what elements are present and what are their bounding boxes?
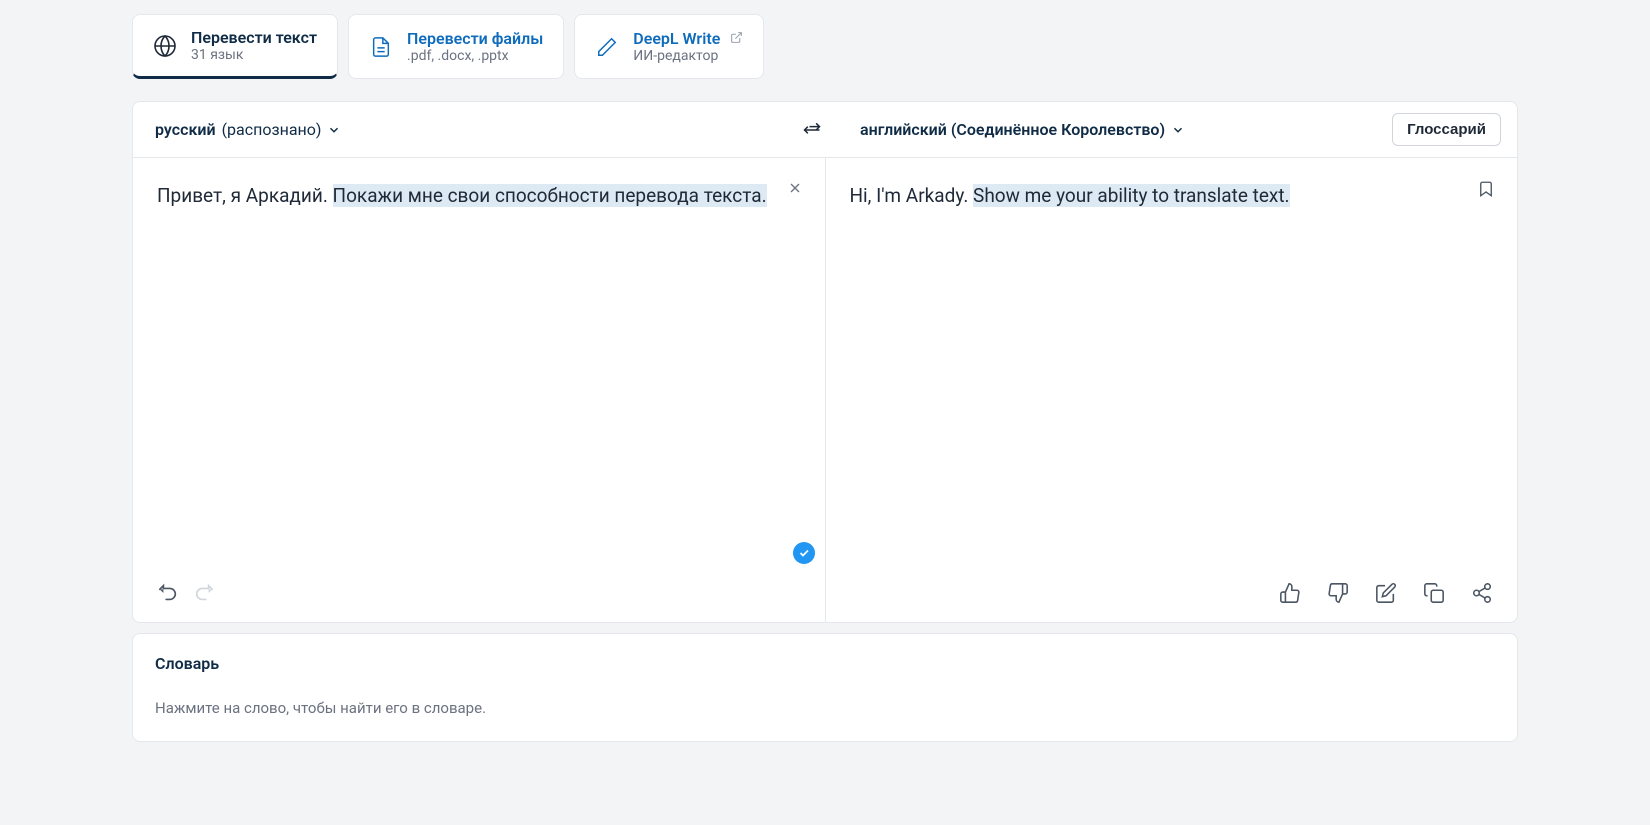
target-language-select[interactable]: английский (Соединённое Королевство) [860, 120, 1185, 139]
pencil-icon [595, 35, 619, 59]
check-badge-icon[interactable] [793, 542, 815, 564]
language-bar: русский (распознано) английский (Соединё… [133, 102, 1517, 158]
share-button[interactable] [1471, 582, 1493, 604]
tab-title: DeepL Write [633, 29, 743, 48]
tab-translate-text[interactable]: Перевести текст 31 язык [132, 14, 338, 79]
source-lang-name: русский [155, 120, 216, 139]
dictionary-title: Словарь [155, 654, 1495, 673]
thumbs-up-button[interactable] [1279, 582, 1301, 604]
chevron-down-icon [327, 123, 341, 137]
source-text-input[interactable]: Привет, я Аркадий. Покажи мне свои спосо… [157, 180, 801, 574]
clear-input-button[interactable] [787, 180, 803, 200]
external-link-icon [730, 29, 743, 48]
glossary-button[interactable]: Глоссарий [1392, 113, 1501, 146]
dictionary-hint: Нажмите на слово, чтобы найти его в слов… [155, 699, 1495, 717]
source-highlighted-text: Покажи мне свои способности перевода тек… [333, 184, 767, 207]
file-icon [369, 35, 393, 59]
tab-title: Перевести текст [191, 28, 317, 47]
panels: Привет, я Аркадий. Покажи мне свои спосо… [133, 158, 1517, 622]
target-highlighted-text: Show me your ability to translate text. [973, 184, 1290, 207]
chevron-down-icon [1171, 123, 1185, 137]
thumbs-down-button[interactable] [1327, 582, 1349, 604]
source-panel: Привет, я Аркадий. Покажи мне свои спосо… [133, 158, 826, 622]
source-language-select[interactable]: русский (распознано) [155, 120, 341, 139]
dictionary-card: Словарь Нажмите на слово, чтобы найти ег… [132, 633, 1518, 742]
redo-button [193, 582, 215, 604]
source-footer [157, 582, 801, 604]
target-lang-name: английский (Соединённое Королевство) [860, 120, 1165, 139]
target-text-output[interactable]: Hi, I'm Arkady. Show me your ability to … [850, 180, 1494, 574]
swap-languages-button[interactable] [796, 114, 828, 146]
tab-deepl-write[interactable]: DeepL Write ИИ-редактор [574, 14, 764, 79]
undo-button[interactable] [157, 582, 179, 604]
globe-icon [153, 34, 177, 58]
tab-title: Перевести файлы [407, 29, 543, 48]
edit-button[interactable] [1375, 582, 1397, 604]
target-footer [850, 582, 1494, 604]
source-lang-suffix: (распознано) [222, 120, 322, 139]
bookmark-button[interactable] [1477, 180, 1495, 202]
tab-subtitle: .pdf, .docx, .pptx [407, 48, 543, 64]
tabs-row: Перевести текст 31 язык Перевести файлы … [0, 0, 1650, 79]
translator-card: русский (распознано) английский (Соединё… [132, 101, 1518, 623]
target-panel: Hi, I'm Arkady. Show me your ability to … [826, 158, 1518, 622]
tab-subtitle: 31 язык [191, 47, 317, 63]
tab-subtitle: ИИ-редактор [633, 48, 743, 64]
tab-translate-files[interactable]: Перевести файлы .pdf, .docx, .pptx [348, 14, 564, 79]
copy-button[interactable] [1423, 582, 1445, 604]
